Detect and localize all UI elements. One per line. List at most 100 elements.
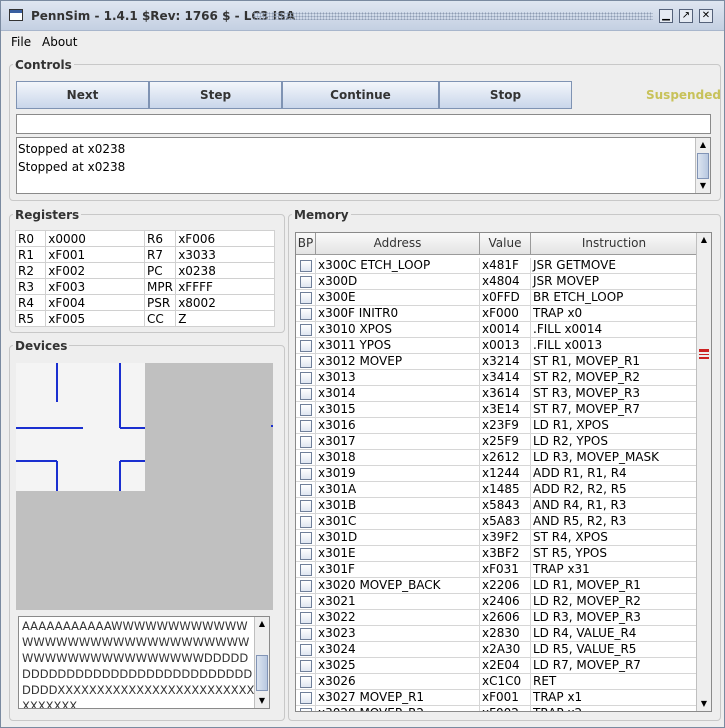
memory-row[interactable]: x301B x5843 AND R4, R1, R3: [296, 498, 697, 514]
scroll-up-icon[interactable]: ▲: [696, 138, 710, 152]
register-value[interactable]: Z: [175, 310, 275, 327]
breakpoint-checkbox[interactable]: [300, 292, 312, 304]
breakpoint-checkbox[interactable]: [300, 708, 312, 711]
breakpoint-checkbox[interactable]: [300, 692, 312, 704]
memory-row[interactable]: x301F xF031 TRAP x31: [296, 562, 697, 578]
register-value[interactable]: x0238: [175, 262, 275, 279]
keyboard-input-area[interactable]: AAAAAAAAAAAWWWWWWWWWWWWWWWWWWWWWWWWWWWWW…: [18, 616, 270, 709]
register-value[interactable]: xF006: [175, 230, 275, 247]
memory-row[interactable]: x3024 x2A30 LD R5, VALUE_R5: [296, 642, 697, 658]
scroll-up-icon[interactable]: ▲: [697, 233, 711, 247]
memory-row[interactable]: x3011 YPOS x0013 .FILL x0013: [296, 338, 697, 354]
close-icon[interactable]: ✕: [699, 9, 713, 23]
breakpoint-checkbox[interactable]: [300, 484, 312, 496]
stop-button[interactable]: Stop: [439, 81, 572, 109]
memory-row[interactable]: x301C x5A83 AND R5, R2, R3: [296, 514, 697, 530]
memory-row[interactable]: x300E x0FFD BR ETCH_LOOP: [296, 290, 697, 306]
scroll-down-icon[interactable]: ▼: [697, 697, 711, 711]
memory-row[interactable]: x301E x3BF2 ST R5, YPOS: [296, 546, 697, 562]
breakpoint-checkbox[interactable]: [300, 548, 312, 560]
register-value[interactable]: xF001: [45, 246, 146, 263]
memory-row[interactable]: x3026 xC1C0 RET: [296, 674, 697, 690]
memory-row[interactable]: x300D x4804 JSR MOVEP: [296, 274, 697, 290]
breakpoint-checkbox[interactable]: [300, 308, 312, 320]
memory-row[interactable]: x3018 x2612 LD R3, MOVEP_MASK: [296, 450, 697, 466]
column-header-bp[interactable]: BP: [296, 233, 316, 255]
memory-row[interactable]: x3023 x2830 LD R4, VALUE_R4: [296, 626, 697, 642]
scroll-down-icon[interactable]: ▼: [696, 179, 710, 193]
register-row: R2 xF002 PC x0238: [14, 262, 275, 279]
menu-about[interactable]: About: [42, 35, 77, 49]
memory-scrollbar[interactable]: ▲ ▼: [696, 233, 711, 711]
breakpoint-checkbox[interactable]: [300, 324, 312, 336]
breakpoint-checkbox[interactable]: [300, 628, 312, 640]
maximize-icon[interactable]: ↗: [679, 9, 693, 23]
memory-row[interactable]: x3017 x25F9 LD R2, YPOS: [296, 434, 697, 450]
breakpoint-checkbox[interactable]: [300, 596, 312, 608]
menu-file[interactable]: File: [11, 35, 31, 49]
register-value[interactable]: x3033: [175, 246, 275, 263]
scroll-thumb[interactable]: [699, 349, 709, 359]
memory-row[interactable]: x301D x39F2 ST R4, XPOS: [296, 530, 697, 546]
column-header-value[interactable]: Value: [480, 233, 531, 255]
breakpoint-checkbox[interactable]: [300, 564, 312, 576]
memory-row[interactable]: x3012 MOVEP x3214 ST R1, MOVEP_R1: [296, 354, 697, 370]
breakpoint-checkbox[interactable]: [300, 356, 312, 368]
memory-row[interactable]: x3025 x2E04 LD R7, MOVEP_R7: [296, 658, 697, 674]
breakpoint-checkbox[interactable]: [300, 276, 312, 288]
register-value[interactable]: xFFFF: [175, 278, 275, 295]
memory-row[interactable]: x3014 x3614 ST R3, MOVEP_R3: [296, 386, 697, 402]
memory-row[interactable]: x300C ETCH_LOOP x481F JSR GETMOVE: [296, 258, 697, 274]
breakpoint-checkbox[interactable]: [300, 436, 312, 448]
next-button[interactable]: Next: [16, 81, 149, 109]
breakpoint-checkbox[interactable]: [300, 340, 312, 352]
memory-row[interactable]: x3027 MOVEP_R1 xF001 TRAP x1: [296, 690, 697, 706]
continue-button[interactable]: Continue: [282, 81, 439, 109]
memory-row[interactable]: x3016 x23F9 LD R1, XPOS: [296, 418, 697, 434]
breakpoint-checkbox[interactable]: [300, 580, 312, 592]
register-name: R4: [14, 294, 47, 311]
scroll-thumb[interactable]: [256, 655, 268, 691]
breakpoint-checkbox[interactable]: [300, 676, 312, 688]
title-bar[interactable]: PennSim - 1.4.1 $Rev: 1766 $ - LC3 ISA ▁…: [1, 1, 724, 31]
breakpoint-checkbox[interactable]: [300, 260, 312, 272]
breakpoint-checkbox[interactable]: [300, 452, 312, 464]
step-button[interactable]: Step: [149, 81, 282, 109]
breakpoint-checkbox[interactable]: [300, 372, 312, 384]
breakpoint-checkbox[interactable]: [300, 404, 312, 416]
memory-row[interactable]: x3010 XPOS x0014 .FILL x0014: [296, 322, 697, 338]
register-value[interactable]: xF005: [45, 310, 146, 327]
memory-row[interactable]: x3022 x2606 LD R3, MOVEP_R3: [296, 610, 697, 626]
breakpoint-checkbox[interactable]: [300, 420, 312, 432]
register-value[interactable]: xF002: [45, 262, 146, 279]
breakpoint-checkbox[interactable]: [300, 500, 312, 512]
scroll-thumb[interactable]: [697, 153, 709, 179]
breakpoint-checkbox[interactable]: [300, 388, 312, 400]
column-header-instruction[interactable]: Instruction: [531, 233, 697, 255]
memory-row[interactable]: x3015 x3E14 ST R7, MOVEP_R7: [296, 402, 697, 418]
memory-row[interactable]: x300F INITR0 xF000 TRAP x0: [296, 306, 697, 322]
memory-row[interactable]: x301A x1485 ADD R2, R2, R5: [296, 482, 697, 498]
memory-row[interactable]: x3013 x3414 ST R2, MOVEP_R2: [296, 370, 697, 386]
register-value[interactable]: xF004: [45, 294, 146, 311]
breakpoint-checkbox[interactable]: [300, 532, 312, 544]
register-value[interactable]: x8002: [175, 294, 275, 311]
breakpoint-checkbox[interactable]: [300, 660, 312, 672]
minimize-icon[interactable]: ▁: [659, 9, 673, 23]
column-header-address[interactable]: Address: [316, 233, 480, 255]
keyboard-scrollbar[interactable]: ▲ ▼: [254, 617, 269, 708]
register-value[interactable]: xF003: [45, 278, 146, 295]
breakpoint-checkbox[interactable]: [300, 516, 312, 528]
console-scrollbar[interactable]: ▲ ▼: [695, 138, 710, 193]
memory-row[interactable]: x3019 x1244 ADD R1, R1, R4: [296, 466, 697, 482]
memory-row[interactable]: x3020 MOVEP_BACK x2206 LD R1, MOVEP_R1: [296, 578, 697, 594]
breakpoint-checkbox[interactable]: [300, 468, 312, 480]
scroll-up-icon[interactable]: ▲: [255, 617, 269, 631]
breakpoint-checkbox[interactable]: [300, 612, 312, 624]
breakpoint-checkbox[interactable]: [300, 644, 312, 656]
command-input[interactable]: [16, 114, 711, 134]
memory-row[interactable]: x3028 MOVEP_R2xF002TRAP x2: [296, 706, 697, 711]
scroll-down-icon[interactable]: ▼: [255, 694, 269, 708]
memory-row[interactable]: x3021 x2406 LD R2, MOVEP_R2: [296, 594, 697, 610]
register-value[interactable]: x0000: [45, 230, 146, 247]
